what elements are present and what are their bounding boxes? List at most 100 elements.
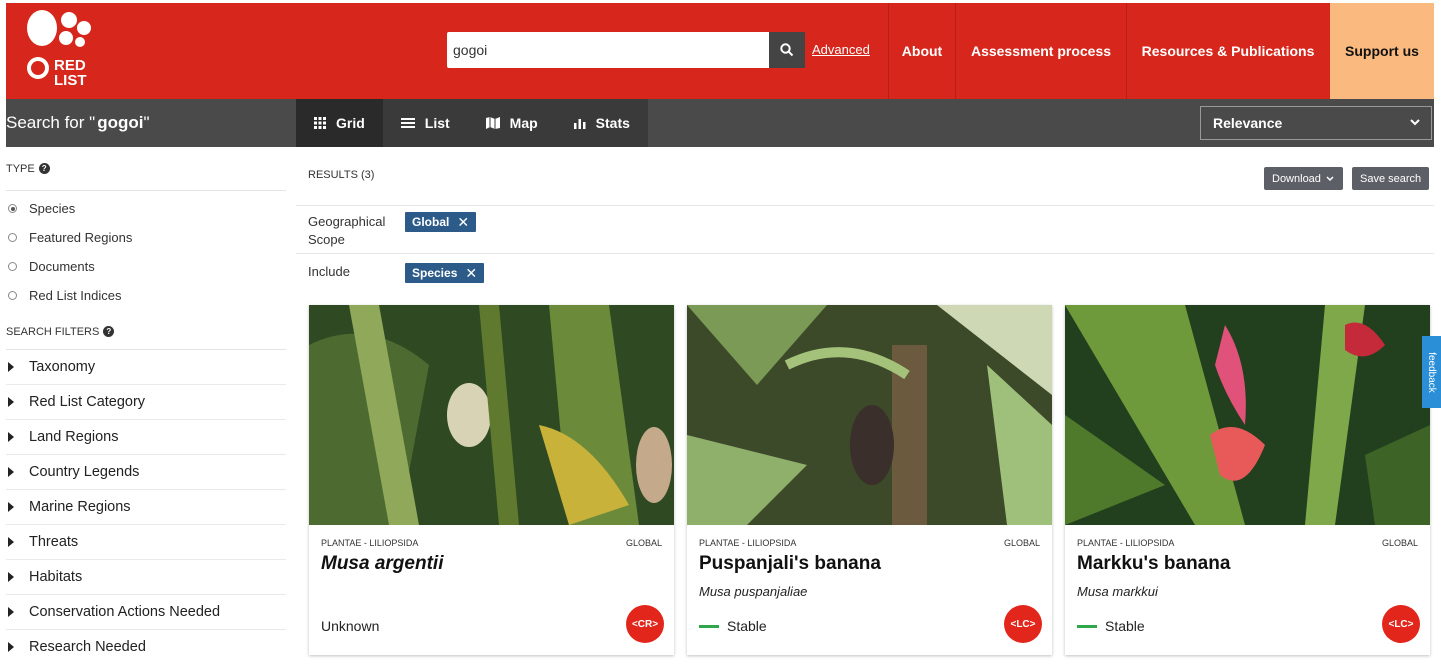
scope-label-line-2: Scope — [308, 232, 345, 247]
species-photo — [309, 305, 674, 525]
search-for-query: gogoi — [97, 113, 144, 132]
download-button[interactable]: Download — [1264, 167, 1343, 190]
sort-select[interactable]: Relevance — [1200, 106, 1432, 140]
tab-list[interactable]: List — [383, 99, 468, 147]
type-option-red-list-indices[interactable]: Red List Indices — [6, 281, 286, 310]
type-heading: TYPE ? — [6, 147, 286, 191]
card-title[interactable]: Musa argentii — [321, 553, 443, 575]
type-option-label: Documents — [29, 259, 95, 274]
search-for-heading: Search for " gogoi " — [6, 99, 150, 147]
filter-label: Marine Regions — [29, 499, 131, 515]
close-icon[interactable]: ✕ — [465, 265, 477, 282]
nav-about[interactable]: About — [889, 3, 955, 99]
divider — [296, 205, 1434, 206]
filter-conservation-actions-needed[interactable]: Conservation Actions Needed — [6, 595, 286, 630]
filter-label: Taxonomy — [29, 359, 96, 375]
caret-right-icon — [8, 467, 14, 477]
logo-text-list: LIST — [54, 72, 87, 88]
filter-taxonomy[interactable]: Taxonomy — [6, 350, 286, 385]
advanced-search-link[interactable]: Advanced — [812, 42, 870, 57]
bar-chart-icon — [573, 119, 586, 129]
trend-label: Unknown — [321, 618, 380, 634]
type-option-species[interactable]: Species — [6, 194, 286, 223]
search-for-prefix: Search for " — [6, 113, 96, 132]
stable-trend-icon — [1077, 624, 1097, 628]
scope-filter-chip[interactable]: Global ✕ — [405, 212, 477, 232]
filter-habitats[interactable]: Habitats — [6, 560, 286, 595]
category-badge-cr: <CR> — [626, 605, 664, 643]
sort-select-value: Relevance — [1213, 115, 1283, 131]
tab-list-label: List — [424, 115, 450, 131]
help-icon[interactable]: ? — [103, 326, 115, 337]
support-us-button[interactable]: Support us — [1330, 3, 1434, 99]
type-option-label: Species — [29, 201, 76, 216]
search-filters-heading-label: SEARCH FILTERS — [6, 325, 100, 338]
map-icon — [485, 117, 500, 129]
include-filter-chip[interactable]: Species ✕ — [405, 263, 485, 283]
card-taxonomy: PLANTAE - LILIOPSIDA — [321, 538, 419, 548]
feedback-label: feedback — [1426, 351, 1437, 393]
category-code: <LC> — [1388, 618, 1414, 630]
filter-threats[interactable]: Threats — [6, 525, 286, 560]
species-card[interactable]: PLANTAE - LILIOPSIDA GLOBAL Markku's ban… — [1065, 305, 1430, 655]
card-scientific-name: Musa markkui — [1077, 584, 1158, 599]
geographical-scope-label: Geographical Scope — [308, 213, 385, 249]
card-scientific-name: Musa puspanjaliae — [699, 584, 808, 599]
species-card[interactable]: PLANTAE - LILIOPSIDA GLOBAL Puspanjali's… — [687, 305, 1052, 655]
category-badge-lc: <LC> — [1004, 605, 1042, 643]
caret-right-icon — [8, 432, 14, 442]
close-icon[interactable]: ✕ — [457, 214, 469, 231]
save-search-button[interactable]: Save search — [1352, 167, 1430, 190]
filter-label: Land Regions — [29, 429, 119, 445]
card-scope: GLOBAL — [1003, 538, 1040, 548]
search-input[interactable] — [453, 36, 763, 64]
tab-stats[interactable]: Stats — [556, 99, 648, 147]
caret-right-icon — [8, 537, 14, 547]
help-icon[interactable]: ? — [38, 163, 50, 174]
species-photo — [1065, 305, 1430, 525]
filter-marine-regions[interactable]: Marine Regions — [6, 490, 286, 525]
nav-assessment-process[interactable]: Assessment process — [956, 3, 1126, 99]
caret-right-icon — [8, 607, 14, 617]
radio-icon[interactable] — [8, 262, 17, 271]
filter-country-legends[interactable]: Country Legends — [6, 455, 286, 490]
species-card[interactable]: PLANTAE - LILIOPSIDA GLOBAL Musa argenti… — [309, 305, 674, 655]
search-button[interactable] — [769, 32, 805, 68]
tab-map[interactable]: Map — [468, 99, 556, 147]
card-title[interactable]: Puspanjali's banana — [699, 553, 881, 575]
download-button-label: Download — [1272, 172, 1321, 185]
category-badge-lc: <LC> — [1382, 605, 1420, 643]
caret-right-icon — [8, 642, 14, 652]
red-list-logo[interactable]: RED LIST — [24, 8, 94, 89]
radio-icon[interactable] — [8, 233, 17, 242]
caret-right-icon — [8, 572, 14, 582]
card-title[interactable]: Markku's banana — [1077, 553, 1230, 575]
category-code: <LC> — [1010, 618, 1036, 630]
filter-research-needed[interactable]: Research Needed — [6, 630, 286, 664]
stable-trend-icon — [699, 624, 719, 628]
chip-label: Species — [412, 266, 458, 280]
filter-label: Conservation Actions Needed — [29, 604, 221, 620]
grid-icon — [314, 117, 326, 129]
filter-label: Threats — [29, 534, 79, 550]
type-option-documents[interactable]: Documents — [6, 252, 286, 281]
radio-selected-icon[interactable] — [8, 204, 17, 213]
chevron-down-icon — [1326, 175, 1334, 181]
filter-red-list-category[interactable]: Red List Category — [6, 385, 286, 420]
filter-label: Research Needed — [29, 639, 146, 655]
feedback-tab[interactable]: feedback — [1422, 336, 1441, 408]
type-heading-label: TYPE — [6, 162, 35, 175]
radio-icon[interactable] — [8, 291, 17, 300]
list-icon — [400, 118, 415, 128]
filter-land-regions[interactable]: Land Regions — [6, 420, 286, 455]
search-for-suffix: " — [143, 113, 150, 132]
population-trend: Unknown — [321, 618, 379, 634]
trend-label: Stable — [1105, 618, 1145, 634]
nav-resources-publications[interactable]: Resources & Publications — [1127, 3, 1329, 99]
card-scope: GLOBAL — [1381, 538, 1418, 548]
tab-grid[interactable]: Grid — [296, 99, 383, 147]
type-option-featured-regions[interactable]: Featured Regions — [6, 223, 286, 252]
chevron-down-icon — [1410, 119, 1420, 126]
filters-sidebar: TYPE ? Species Featured Regions Document… — [6, 147, 286, 664]
population-trend: Stable — [1077, 618, 1145, 634]
